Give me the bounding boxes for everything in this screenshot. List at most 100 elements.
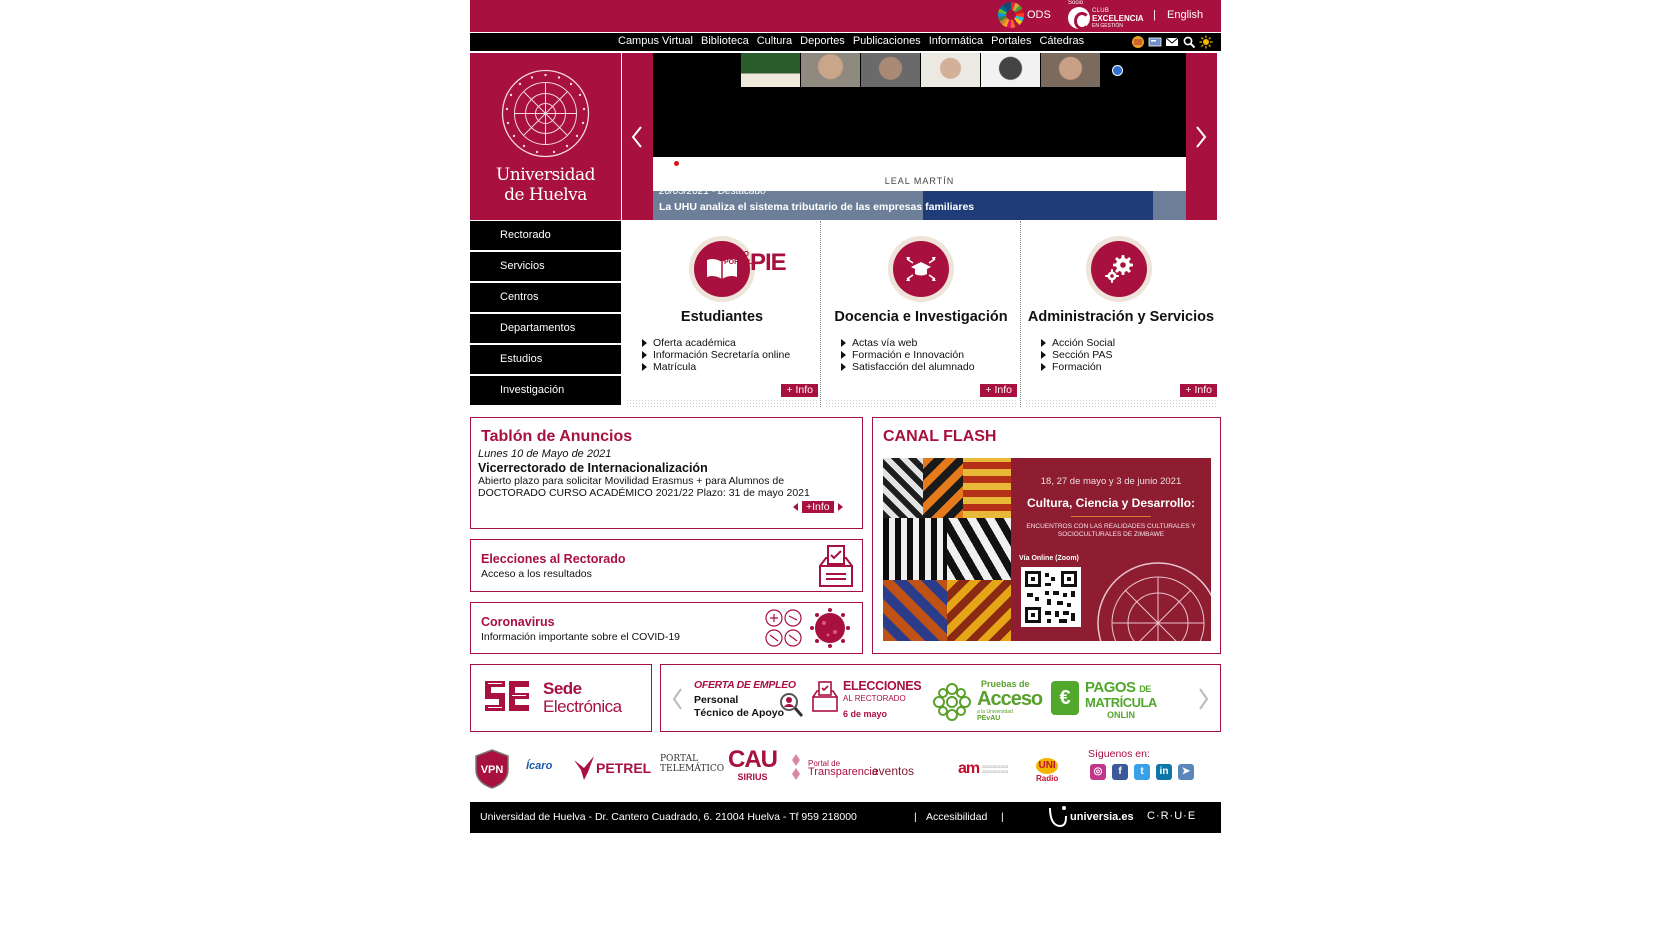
petrel-logo[interactable]: PETREL bbox=[574, 756, 651, 780]
vpn-logo[interactable]: VPN bbox=[474, 749, 510, 789]
link-seccion-pas[interactable]: Sección PAS bbox=[1041, 349, 1115, 361]
cau-sirius-logo[interactable]: CAU SIRIUS bbox=[728, 748, 778, 783]
elections-box[interactable]: Elecciones al Rectorado Acceso a los res… bbox=[470, 539, 863, 592]
students-more-info-button[interactable]: + Info bbox=[781, 384, 818, 397]
petrel-bird-icon bbox=[574, 756, 594, 780]
portal-label-2: TELEMÁTICO bbox=[660, 764, 725, 774]
teaching-more-info-button[interactable]: + Info bbox=[980, 384, 1017, 397]
twitter-icon[interactable]: t bbox=[1134, 764, 1150, 780]
banner-elecciones[interactable]: ELECCIONES AL RECTORADO 6 de mayo bbox=[811, 679, 923, 725]
poster-panel: 18, 27 de mayo y 3 de junio 2021 Cultura… bbox=[1011, 458, 1211, 641]
side-menu-centros[interactable]: Centros bbox=[470, 283, 621, 312]
link-accion-social[interactable]: Acción Social bbox=[1041, 337, 1115, 349]
banner-elecciones-line1: ELECCIONES bbox=[843, 679, 922, 693]
slider-next-button[interactable] bbox=[1186, 53, 1217, 220]
nav-catedras[interactable]: Cátedras bbox=[1039, 35, 1084, 48]
admin-title[interactable]: Administración y Servicios bbox=[1023, 309, 1219, 325]
ods-wheel-icon bbox=[998, 2, 1024, 28]
card-icon[interactable] bbox=[1148, 35, 1162, 49]
university-name-line1: Universidad bbox=[495, 165, 596, 185]
eventos-logo[interactable]: eventos bbox=[872, 764, 914, 778]
banner-pevau[interactable]: Pruebas de Acceso a la Universidad PEvAU bbox=[931, 679, 1046, 725]
slide-title[interactable]: La UHU analiza el sistema tributario de … bbox=[659, 201, 974, 213]
university-logo[interactable]: Universidad de Huelva bbox=[470, 53, 621, 220]
elections-subtitle: Acceso a los resultados bbox=[481, 568, 592, 580]
flag-icon[interactable] bbox=[1131, 35, 1145, 49]
side-menu: Rectorado Servicios Centros Departamento… bbox=[470, 221, 621, 407]
instagram-icon[interactable]: ◎ bbox=[1090, 764, 1106, 780]
announcement-more-info-button[interactable]: +Info bbox=[802, 501, 834, 513]
portal-label-1: PORTAL bbox=[660, 754, 699, 764]
link-formacion[interactable]: Formación bbox=[1041, 361, 1115, 373]
portal-telematico-logo[interactable]: PORTAL TELEMÁTICO bbox=[660, 754, 724, 774]
aula-mayores-logo[interactable]: am ≡≡≡≡≡≡≡≡≡≡ ≡≡≡≡≡≡≡≡≡≡ bbox=[958, 760, 1008, 778]
banner-next-icon[interactable] bbox=[1198, 687, 1210, 711]
record-dot-icon bbox=[674, 161, 679, 166]
footer-address: Universidad de Huelva - Dr. Cantero Cuad… bbox=[480, 811, 857, 823]
banner-pagos-line1: PAGOS DE bbox=[1085, 679, 1151, 696]
teaching-icon[interactable] bbox=[888, 236, 954, 302]
icaro-logo[interactable]: Ícaro bbox=[526, 760, 552, 772]
nav-publicaciones[interactable]: Publicaciones bbox=[853, 35, 921, 48]
crue-logo[interactable]: C·R·U·E bbox=[1147, 810, 1196, 822]
poster-description: ENCUENTROS CON LAS REALIDADES CULTURALES… bbox=[1026, 523, 1196, 538]
announcement-heading[interactable]: Vicerrectorado de Internacionalización bbox=[478, 461, 708, 475]
nav-informatica[interactable]: Informática bbox=[929, 35, 983, 48]
mail-icon[interactable] bbox=[1165, 35, 1179, 49]
universia-logo[interactable]: universia.es bbox=[1046, 804, 1134, 830]
vpn-label: VPN bbox=[481, 764, 504, 776]
link-satisfaccion-alumnado[interactable]: Satisfacción del alumnado bbox=[841, 361, 975, 373]
admin-more-info-button[interactable]: + Info bbox=[1180, 384, 1217, 397]
english-link[interactable]: English bbox=[1167, 9, 1203, 21]
nav-biblioteca[interactable]: Biblioteca bbox=[701, 35, 749, 48]
book-icon bbox=[707, 258, 737, 279]
coronavirus-box[interactable]: Coronavirus Información importante sobre… bbox=[470, 602, 863, 654]
club-excelencia-logo[interactable]: Socio CLUB EXCELENCIA EN GESTIÓN bbox=[1066, 0, 1146, 31]
transparencia-logo[interactable]: Portal de Transparencia bbox=[788, 754, 878, 782]
dotted-separator bbox=[825, 399, 1017, 407]
sede-electronica-box[interactable]: Sede Electrónica bbox=[470, 664, 652, 732]
slider-image[interactable]: LEAL MARTÍN 20/05/2021 - Destacado La UH… bbox=[653, 53, 1186, 220]
search-icon[interactable] bbox=[1182, 35, 1196, 49]
telegram-icon[interactable]: ➤ bbox=[1178, 764, 1194, 780]
nav-campus-virtual[interactable]: Campus Virtual bbox=[618, 35, 693, 48]
link-secretaria-online[interactable]: Información Secretaría online bbox=[642, 349, 790, 361]
prev-announcement-icon[interactable] bbox=[793, 503, 798, 511]
banner-oferta-empleo[interactable]: OFERTA DE EMPLEO Personal Técnico de Apo… bbox=[694, 679, 806, 725]
nav-portales[interactable]: Portales bbox=[991, 35, 1031, 48]
nav-cultura[interactable]: Cultura bbox=[757, 35, 792, 48]
facebook-icon[interactable]: f bbox=[1112, 764, 1128, 780]
link-formacion-innovacion[interactable]: Formación e Innovación bbox=[841, 349, 975, 361]
next-announcement-icon[interactable] bbox=[837, 503, 843, 511]
banner-pevau-line2: Acceso bbox=[977, 688, 1043, 710]
canal-flash-poster[interactable]: 18, 27 de mayo y 3 de junio 2021 Cultura… bbox=[883, 458, 1211, 641]
linkedin-icon[interactable]: in bbox=[1156, 764, 1172, 780]
elections-title[interactable]: Elecciones al Rectorado bbox=[481, 552, 626, 566]
banner-prev-icon[interactable] bbox=[671, 687, 683, 711]
students-icon[interactable] bbox=[689, 236, 755, 302]
sun-icon[interactable] bbox=[1199, 35, 1213, 49]
coronavirus-title[interactable]: Coronavirus bbox=[481, 615, 555, 629]
accessibility-link[interactable]: Accesibilidad bbox=[926, 811, 987, 823]
link-actas-via-web[interactable]: Actas vía web bbox=[841, 337, 975, 349]
link-oferta-academica[interactable]: Oferta académica bbox=[642, 337, 790, 349]
side-menu-rectorado[interactable]: Rectorado bbox=[470, 221, 621, 250]
admin-icon[interactable] bbox=[1086, 236, 1152, 302]
side-menu-investigacion[interactable]: Investigación bbox=[470, 376, 621, 405]
african-fabric-image bbox=[883, 458, 1011, 641]
side-menu-estudios[interactable]: Estudios bbox=[470, 345, 621, 374]
side-menu-servicios[interactable]: Servicios bbox=[470, 252, 621, 281]
slider-prev-button[interactable] bbox=[622, 53, 653, 220]
university-name-line2: de Huelva bbox=[504, 185, 587, 205]
banner-pagos-matricula[interactable]: € PAGOS DE MATRÍCULA ONLIN bbox=[1051, 679, 1166, 725]
link-matricula[interactable]: Matrícula bbox=[642, 361, 790, 373]
side-menu-departamentos[interactable]: Departamentos bbox=[470, 314, 621, 343]
students-title[interactable]: Estudiantes bbox=[624, 309, 820, 325]
admin-icon-bg bbox=[1091, 241, 1147, 297]
uni-radio-logo[interactable]: UNI Radio bbox=[1036, 758, 1058, 783]
nav-bar: Campus Virtual Biblioteca Cultura Deport… bbox=[470, 33, 1221, 51]
transparencia-label: Portal de Transparencia bbox=[808, 759, 878, 778]
teaching-title[interactable]: Docencia e Investigación bbox=[823, 309, 1019, 325]
nav-deportes[interactable]: Deportes bbox=[800, 35, 845, 48]
ods-link[interactable]: ODS bbox=[998, 2, 1051, 28]
